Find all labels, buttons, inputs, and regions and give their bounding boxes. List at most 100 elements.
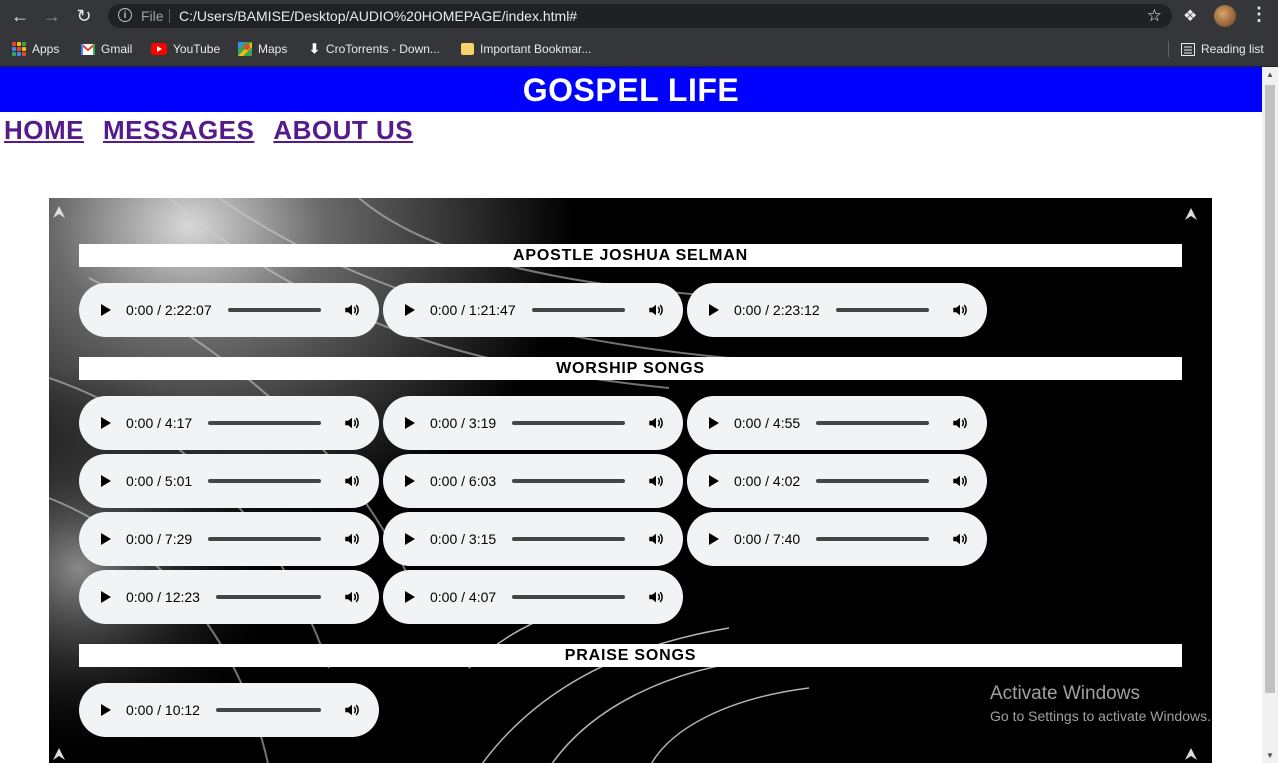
kebab-menu-icon[interactable]: ⋮ [1250, 4, 1268, 25]
browser-toolbar: ← → ↻ i File C:/Users/BAMISE/Desktop/AUD… [0, 0, 1278, 32]
audio-player[interactable]: 0:00 / 5:01 [79, 454, 379, 508]
nav-link-messages[interactable]: MESSAGES [103, 115, 254, 146]
vertical-scrollbar[interactable]: ▲ ▼ [1262, 67, 1278, 763]
audio-time: 0:00 / 2:22:07 [126, 302, 212, 318]
seek-bar[interactable] [216, 595, 321, 599]
nav-link-about-us[interactable]: ABOUT US [273, 115, 413, 146]
audio-player[interactable]: 0:00 / 4:17 [79, 396, 379, 450]
audio-player[interactable]: 0:00 / 3:15 [383, 512, 683, 566]
volume-icon[interactable] [343, 588, 361, 606]
seek-bar[interactable] [512, 595, 625, 599]
bookmark-crotorrents[interactable]: ⬇ CroTorrents - Down... [309, 41, 440, 57]
reading-list-label: Reading list [1201, 42, 1264, 56]
audio-player[interactable]: 0:00 / 3:19 [383, 396, 683, 450]
bookmark-apps[interactable]: Apps [12, 41, 59, 57]
seek-bar[interactable] [228, 308, 321, 312]
bookmark-youtube[interactable]: YouTube [151, 41, 220, 57]
site-info-icon[interactable]: i [118, 8, 132, 22]
volume-icon[interactable] [647, 530, 665, 548]
folder-icon [461, 43, 474, 55]
seek-bar[interactable] [208, 479, 321, 483]
seek-bar[interactable] [836, 308, 929, 312]
audio-time: 0:00 / 5:01 [126, 473, 193, 489]
back-arrow-icon[interactable]: ← [9, 5, 31, 27]
audio-time: 0:00 / 4:07 [430, 589, 497, 605]
seek-bar[interactable] [208, 537, 321, 541]
seek-bar[interactable] [532, 308, 625, 312]
play-icon[interactable] [101, 475, 111, 487]
audio-player[interactable]: 0:00 / 4:55 [687, 396, 987, 450]
volume-icon[interactable] [343, 301, 361, 319]
audio-player[interactable]: 0:00 / 7:29 [79, 512, 379, 566]
volume-icon[interactable] [951, 530, 969, 548]
play-icon[interactable] [405, 591, 415, 603]
audio-time: 0:00 / 3:19 [430, 415, 497, 431]
nav-link-home[interactable]: HOME [4, 115, 84, 146]
play-icon[interactable] [405, 475, 415, 487]
volume-icon[interactable] [647, 588, 665, 606]
audio-player[interactable]: 0:00 / 12:23 [79, 570, 379, 624]
reload-icon[interactable]: ↻ [73, 5, 95, 27]
volume-icon[interactable] [647, 472, 665, 490]
seek-bar[interactable] [816, 537, 929, 541]
reading-list-icon [1181, 42, 1195, 56]
volume-icon[interactable] [951, 414, 969, 432]
play-icon[interactable] [709, 304, 719, 316]
corner-arrow-icon [53, 748, 65, 760]
corner-arrow-icon [1185, 748, 1197, 760]
bookmark-star-icon[interactable]: ☆ [1147, 6, 1162, 26]
seek-bar[interactable] [208, 421, 321, 425]
scroll-down-icon[interactable]: ▼ [1266, 751, 1274, 760]
audio-player[interactable]: 0:00 / 7:40 [687, 512, 987, 566]
divider [1168, 41, 1169, 57]
bookmark-folder[interactable]: Important Bookmar... [461, 41, 591, 57]
play-icon[interactable] [101, 533, 111, 545]
address-bar[interactable]: i File C:/Users/BAMISE/Desktop/AUDIO%20H… [108, 4, 1172, 28]
volume-icon[interactable] [343, 472, 361, 490]
scroll-up-icon[interactable]: ▲ [1266, 70, 1274, 79]
seek-bar[interactable] [816, 479, 929, 483]
volume-icon[interactable] [343, 414, 361, 432]
url-text[interactable]: C:/Users/BAMISE/Desktop/AUDIO%20HOMEPAGE… [179, 8, 577, 24]
audio-time: 0:00 / 4:55 [734, 415, 801, 431]
scheme-label: File [141, 8, 164, 24]
volume-icon[interactable] [951, 301, 969, 319]
volume-icon[interactable] [647, 301, 665, 319]
seek-bar[interactable] [512, 421, 625, 425]
play-icon[interactable] [709, 533, 719, 545]
play-icon[interactable] [101, 304, 111, 316]
seek-bar[interactable] [816, 421, 929, 425]
audio-player[interactable]: 0:00 / 10:12 [79, 683, 379, 737]
volume-icon[interactable] [951, 472, 969, 490]
play-icon[interactable] [405, 533, 415, 545]
volume-icon[interactable] [343, 530, 361, 548]
play-icon[interactable] [101, 417, 111, 429]
play-icon[interactable] [101, 704, 111, 716]
seek-bar[interactable] [512, 479, 625, 483]
audio-player[interactable]: 0:00 / 6:03 [383, 454, 683, 508]
scrollbar-thumb[interactable] [1265, 85, 1275, 693]
volume-icon[interactable] [343, 701, 361, 719]
audio-player[interactable]: 0:00 / 2:22:07 [79, 283, 379, 337]
volume-icon[interactable] [647, 414, 665, 432]
reading-list[interactable]: Reading list [1181, 41, 1264, 57]
seek-bar[interactable] [512, 537, 625, 541]
divider [169, 9, 170, 23]
media-panel: APOSTLE JOSHUA SELMAN 0:00 / 2:22:07 0:0… [49, 198, 1212, 763]
extensions-puzzle-icon[interactable]: ❖ [1183, 6, 1197, 26]
bookmark-gmail[interactable]: Gmail [81, 41, 132, 57]
audio-player[interactable]: 0:00 / 4:02 [687, 454, 987, 508]
play-icon[interactable] [709, 417, 719, 429]
audio-player[interactable]: 0:00 / 4:07 [383, 570, 683, 624]
seek-bar[interactable] [216, 708, 321, 712]
audio-time: 0:00 / 7:29 [126, 531, 193, 547]
forward-arrow-icon[interactable]: → [41, 5, 63, 27]
audio-player[interactable]: 0:00 / 2:23:12 [687, 283, 987, 337]
profile-avatar[interactable] [1214, 5, 1236, 27]
play-icon[interactable] [405, 304, 415, 316]
bookmark-maps[interactable]: Maps [238, 41, 287, 57]
play-icon[interactable] [101, 591, 111, 603]
play-icon[interactable] [709, 475, 719, 487]
audio-player[interactable]: 0:00 / 1:21:47 [383, 283, 683, 337]
play-icon[interactable] [405, 417, 415, 429]
